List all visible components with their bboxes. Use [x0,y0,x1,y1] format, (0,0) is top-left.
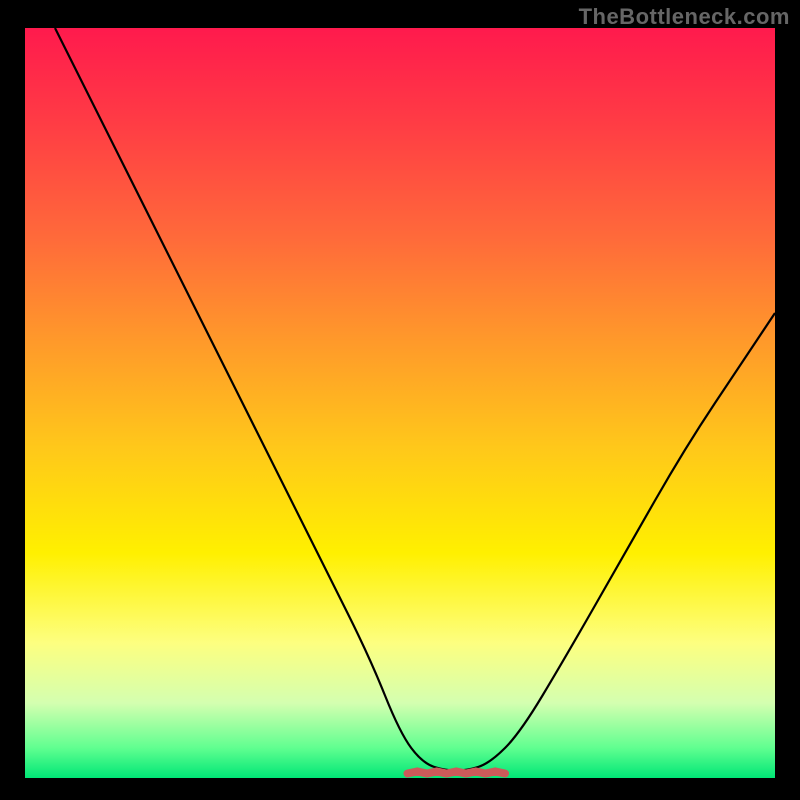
optimal-range-highlight [408,772,506,774]
chart-frame: TheBottleneck.com [0,0,800,800]
plot-area [25,28,775,778]
attribution-watermark: TheBottleneck.com [579,4,790,30]
bottleneck-curve [55,28,775,771]
curve-layer [25,28,775,778]
